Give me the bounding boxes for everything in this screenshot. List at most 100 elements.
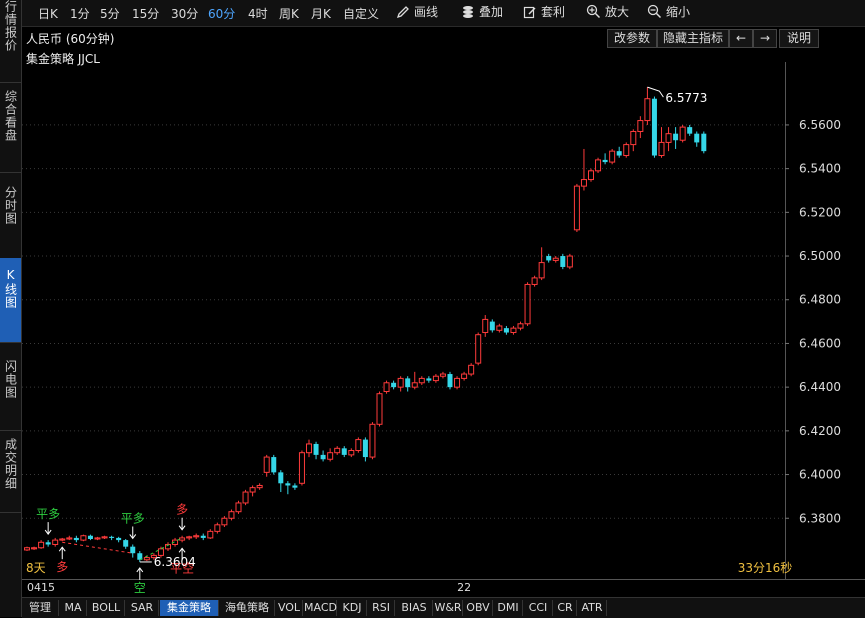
period-week[interactable]: 周K [279, 5, 299, 22]
indicator-tab-obv[interactable]: OBV [464, 600, 493, 616]
period-5min[interactable]: 5分 [100, 5, 120, 22]
candle-body-up [228, 511, 235, 519]
candle-body-down [694, 133, 700, 143]
overlay-button[interactable]: 叠加 [461, 3, 503, 20]
candle-body-up [418, 377, 425, 384]
next-arrow-button[interactable]: → [753, 29, 777, 48]
candle-body-up [496, 325, 503, 331]
period-1min[interactable]: 1分 [70, 5, 90, 22]
draw-line-button[interactable]: 画线 [396, 3, 438, 20]
x-tick-label: 22 [457, 581, 471, 594]
candle-body-down [200, 535, 206, 538]
divider [0, 430, 21, 431]
candle-body-down [123, 540, 129, 547]
candle-body-up [468, 364, 475, 375]
candle-body-up [454, 377, 461, 388]
y-tick-label: 6.5600 [799, 118, 841, 132]
candle-body-up [101, 536, 108, 539]
pencil-icon [396, 5, 409, 18]
candle-body-up [609, 150, 616, 163]
candle-body-down [426, 378, 432, 381]
indicator-tab-cci[interactable]: CCI [524, 600, 553, 616]
sidebar-tab-overview[interactable]: 综合看盘 [0, 90, 21, 170]
period-custom[interactable]: 自定义 [343, 5, 379, 22]
zoom-in-button[interactable]: 放大 [586, 3, 629, 20]
candle-body-up [143, 557, 150, 561]
sidebar-tab-kline[interactable]: K线图 [0, 258, 21, 342]
indicator-tab-bias[interactable]: BIAS [396, 600, 433, 616]
indicator-tab-rsi[interactable]: RSI [368, 600, 395, 616]
candle-body-down [320, 454, 326, 460]
candle-body-down [489, 321, 495, 331]
candle-body-up [186, 536, 193, 539]
candle-body-down [285, 483, 291, 486]
sidebar-tab-quotes[interactable]: 行情报价 [0, 0, 21, 82]
hide-indicator-button[interactable]: 隐藏主指标 [657, 29, 729, 48]
sidebar-tab-label: 行情报价 [3, 0, 18, 52]
indicator-tab-sar[interactable]: SAR [126, 600, 159, 616]
y-tick-label: 6.5200 [799, 205, 841, 219]
y-tick-label: 6.4600 [799, 336, 841, 350]
y-tick-label: 6.5400 [799, 162, 841, 176]
candle-body-up [66, 537, 73, 540]
candle-body-up [658, 141, 665, 157]
indicator-tab-ma[interactable]: MA [60, 600, 87, 616]
zoom-out-label: 缩小 [666, 5, 691, 19]
period-15min[interactable]: 15分 [132, 5, 159, 22]
modify-params-button[interactable]: 改参数 [607, 29, 657, 48]
candlestick-chart[interactable]: 6.3800 6.4000 6.4200 6.4400 6.4600 6.4800 6.50… [22, 62, 865, 595]
prev-arrow-button[interactable]: ← [729, 29, 753, 48]
indicator-tab-4[interactable]: 集金策略 [160, 600, 219, 616]
candle-body-down [130, 546, 136, 554]
y-tick-label: 6.5000 [799, 249, 841, 263]
candle-body-up [580, 179, 587, 187]
candle-body-up [52, 539, 59, 545]
candle-body-up [397, 377, 404, 388]
candle-body-up [595, 159, 602, 172]
divider [0, 342, 21, 343]
period-month[interactable]: 月K [311, 5, 331, 22]
indicator-tab-w-r[interactable]: W&R [434, 600, 463, 616]
candle-body-up [249, 487, 256, 493]
period-day[interactable]: 日K [38, 5, 58, 22]
zoom-out-button[interactable]: 缩小 [647, 3, 690, 20]
indicator-tab-dmi[interactable]: DMI [494, 600, 523, 616]
candle-body-up [179, 537, 186, 541]
sidebar-tab-flash[interactable]: 闪电图 [0, 360, 21, 430]
signal-label: 平多 [121, 511, 145, 525]
period-30min[interactable]: 30分 [171, 5, 198, 22]
stack-icon [463, 5, 473, 18]
arbitrage-button[interactable]: 套利 [523, 3, 565, 20]
candle-body-down [616, 151, 622, 156]
y-tick-label: 6.4000 [799, 468, 841, 482]
sidebar-tab-label: 分时图 [3, 186, 18, 225]
candle-body-down [546, 256, 552, 261]
candle-body-up [355, 439, 362, 452]
candle-body-up [538, 262, 545, 279]
candle-body-up [348, 450, 355, 456]
sidebar-tab-timeshare[interactable]: 分时图 [0, 186, 21, 256]
period-60min[interactable]: 60分 [208, 5, 235, 22]
signal-label: 多 [176, 503, 188, 517]
y-tick-label: 6.4400 [799, 380, 841, 394]
left-sidebar: 行情报价 综合看盘 分时图 K线图 闪电图 成交明细 [0, 0, 22, 617]
divider [0, 172, 21, 173]
indicator-tab-cr[interactable]: CR [554, 600, 577, 616]
x-tick-label: 0415 [27, 581, 55, 594]
indicator-tab-kdj[interactable]: KDJ [338, 600, 367, 616]
candle-body-up [630, 130, 637, 146]
indicator-tab-vol[interactable]: VOL [276, 600, 303, 616]
indicator-tab-macd[interactable]: MACD [304, 600, 337, 616]
indicator-tab-atr[interactable]: ATR [578, 600, 607, 616]
indicator-tab-0[interactable]: 管理 [22, 600, 59, 616]
candle-body-down [701, 133, 707, 152]
indicator-tab-5[interactable]: 海龟策略 [220, 600, 275, 616]
period-4hour[interactable]: 4时 [248, 5, 268, 22]
candle-body-down [651, 98, 657, 156]
indicator-tab-bar: 管理 MA BOLL SAR 集金策略 海龟策略 VOL MACD KDJ RSI BIAS W&R O… [22, 597, 865, 618]
help-button[interactable]: 说明 [779, 29, 819, 48]
candle-body-up [482, 318, 489, 334]
indicator-tab-boll[interactable]: BOLL [88, 600, 125, 616]
candle-body-up [306, 443, 312, 454]
sidebar-tab-trades[interactable]: 成交明细 [0, 438, 21, 518]
